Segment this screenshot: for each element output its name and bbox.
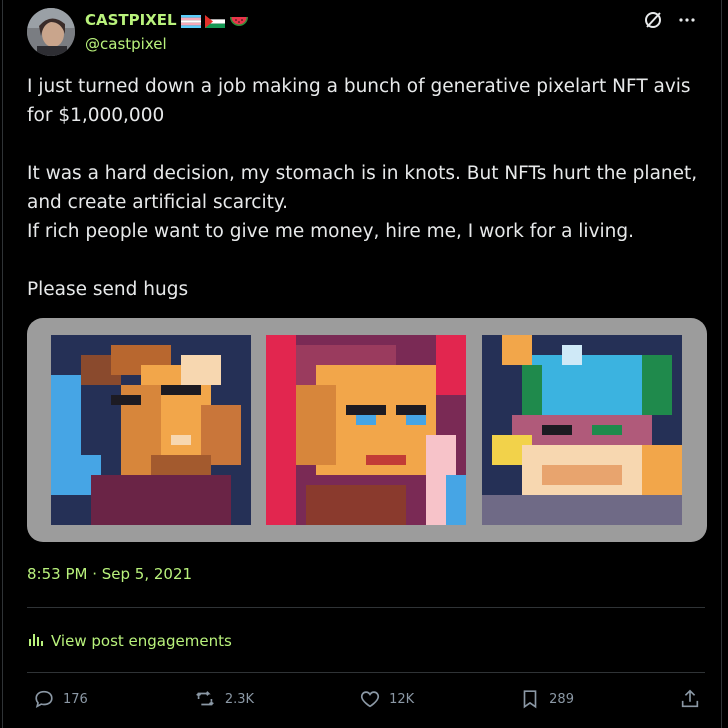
repost-button[interactable]: 2.3K <box>193 688 254 710</box>
view-engagements-link[interactable]: View post engagements <box>27 630 232 652</box>
share-button[interactable] <box>679 688 701 710</box>
display-name-text: CASTPIXEL <box>85 11 177 29</box>
divider <box>27 672 705 673</box>
post-timestamp[interactable]: 8:53 PM · Sep 5, 2021 <box>27 565 192 583</box>
view-engagements-label: View post engagements <box>51 632 232 650</box>
trans-flag-icon <box>180 14 201 28</box>
heart-icon <box>360 691 380 708</box>
handle[interactable]: @castpixel <box>85 35 167 53</box>
repost-icon <box>196 691 214 706</box>
grok-icon[interactable] <box>643 10 663 30</box>
pixel-art-image-3[interactable] <box>482 335 682 525</box>
more-options-icon[interactable] <box>677 10 697 30</box>
display-name[interactable]: CASTPIXEL <box>85 11 249 29</box>
palestine-flag-icon <box>204 14 225 28</box>
bookmark-icon <box>523 690 537 709</box>
reply-icon <box>35 690 53 708</box>
repost-count: 2.3K <box>224 691 255 707</box>
post-text: I just turned down a job making a bunch … <box>27 76 698 300</box>
divider <box>27 607 705 608</box>
action-bar: 176 2.3K 12K 289 <box>33 688 701 710</box>
media-gallery[interactable] <box>27 318 707 542</box>
bookmark-count: 289 <box>549 691 574 707</box>
reply-count: 176 <box>63 691 88 707</box>
pixel-art-image-2[interactable] <box>266 335 466 525</box>
pixel-art-image-1[interactable] <box>51 335 251 525</box>
avatar[interactable] <box>27 8 75 56</box>
analytics-icon <box>27 630 45 652</box>
watermelon-icon <box>229 14 249 27</box>
post-container: CASTPIXEL @castpixel I just turned down … <box>2 0 722 728</box>
like-button[interactable]: 12K <box>359 688 414 710</box>
reply-button[interactable]: 176 <box>33 688 88 710</box>
share-icon <box>681 689 699 708</box>
like-count: 12K <box>389 691 415 707</box>
top-actions <box>643 10 697 30</box>
bookmark-button[interactable]: 289 <box>519 688 574 710</box>
